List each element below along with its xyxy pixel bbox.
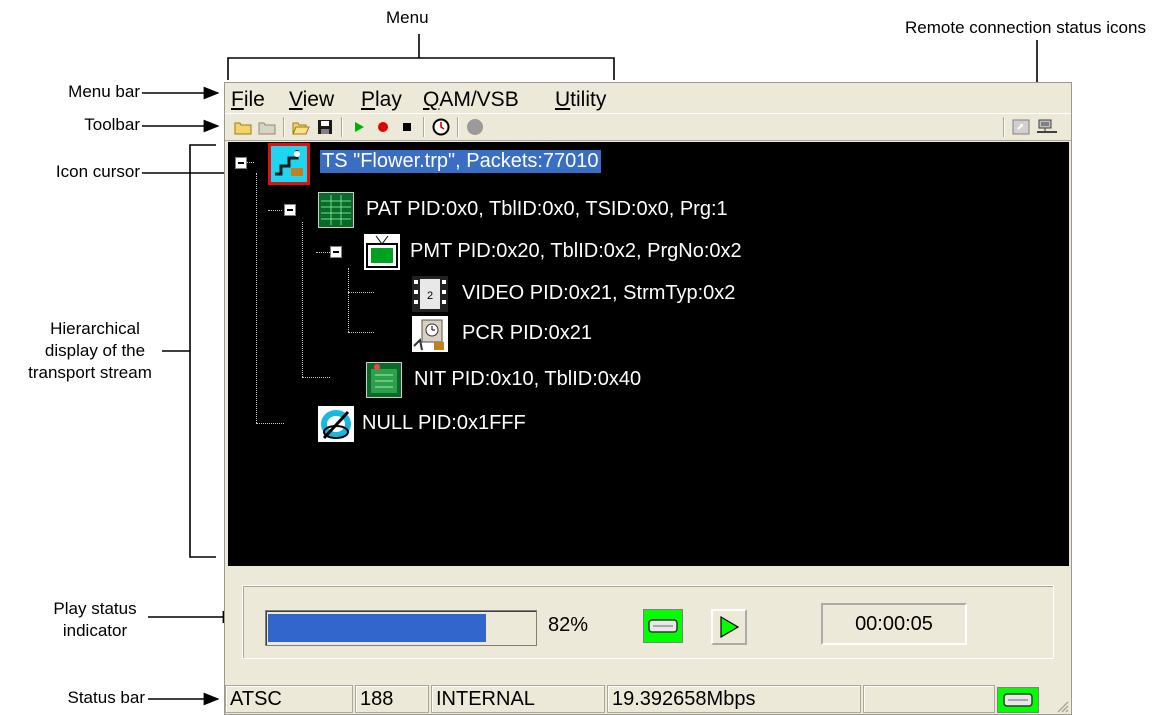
play-status-panel: 82% 00:00:05 bbox=[242, 585, 1054, 659]
status-empty bbox=[863, 685, 995, 713]
toolbar-annotation: Toolbar bbox=[84, 115, 140, 134]
menu-bar-annotation: Menu bar bbox=[68, 82, 140, 101]
network-icon[interactable] bbox=[1037, 117, 1057, 137]
open-icon[interactable] bbox=[291, 117, 311, 137]
status-packet-size: 188 bbox=[355, 685, 429, 713]
hier-line-3: transport stream bbox=[28, 363, 152, 382]
remote-connect-icon[interactable] bbox=[1011, 117, 1031, 137]
play-line-2: indicator bbox=[62, 621, 128, 640]
nit-table-icon[interactable] bbox=[366, 362, 402, 398]
menu-utility[interactable]: Utility bbox=[555, 88, 606, 112]
status-device-indicator bbox=[997, 687, 1039, 713]
tree-connector bbox=[256, 173, 257, 423]
tree-connector bbox=[348, 268, 349, 332]
stop-icon[interactable] bbox=[397, 117, 417, 137]
pmt-expander[interactable] bbox=[330, 246, 342, 258]
tree-connector bbox=[302, 377, 330, 378]
status-source: INTERNAL bbox=[431, 685, 605, 713]
transport-stream-icon[interactable] bbox=[271, 146, 307, 182]
transport-stream-tree[interactable]: TS "Flower.trp", Packets:77010 PAT PID:0… bbox=[228, 142, 1069, 566]
svg-text:2: 2 bbox=[427, 290, 433, 302]
tree-connector bbox=[348, 292, 374, 293]
toolbar-separator bbox=[1003, 117, 1005, 137]
play-percent: 82% bbox=[548, 614, 589, 636]
null-packet-icon[interactable] bbox=[318, 406, 354, 442]
pcr-node-label[interactable]: PCR PID:0x21 bbox=[462, 322, 592, 345]
remote-icons-annotation: Remote connection status icons bbox=[905, 18, 1146, 37]
status-bar: ATSC 188 INTERNAL 19.392658Mbps bbox=[225, 683, 1071, 715]
toolbar-separator bbox=[341, 117, 343, 137]
record-icon[interactable] bbox=[373, 117, 393, 137]
null-node-label[interactable]: NULL PID:0x1FFF bbox=[362, 412, 526, 435]
status-standard: ATSC bbox=[225, 685, 353, 713]
menu-bar: File View Play QAM/VSB Utility bbox=[225, 85, 1071, 113]
pat-expander[interactable] bbox=[284, 204, 296, 216]
tree-connector bbox=[256, 423, 284, 424]
icon-cursor-annotation: Icon cursor bbox=[55, 162, 140, 181]
pat-table-icon[interactable] bbox=[318, 192, 354, 228]
video-node-label[interactable]: VIDEO PID:0x21, StrmTyp:0x2 bbox=[462, 282, 735, 305]
menu-view[interactable]: View bbox=[289, 88, 334, 112]
play-state-button[interactable] bbox=[711, 609, 747, 645]
ts-expander[interactable] bbox=[235, 157, 247, 169]
nit-node-label[interactable]: NIT PID:0x10, TblID:0x40 bbox=[414, 368, 641, 391]
play-status-annotation: Play status indicator bbox=[40, 598, 150, 642]
pmt-tv-icon[interactable] bbox=[364, 234, 400, 270]
play-progress-fill bbox=[268, 614, 487, 642]
pcr-clock-icon[interactable] bbox=[412, 316, 448, 352]
timer-icon[interactable] bbox=[431, 117, 451, 137]
menu-qam-vsb[interactable]: QAM/VSB bbox=[423, 88, 519, 112]
ts-node-label[interactable]: TS "Flower.trp", Packets:77010 bbox=[320, 150, 601, 173]
play-line-1: Play status bbox=[53, 599, 137, 618]
app-window: File View Play QAM/VSB Utility TS "Flowe… bbox=[224, 82, 1072, 715]
menu-play[interactable]: Play bbox=[361, 88, 402, 112]
menu-file[interactable]: File bbox=[231, 88, 265, 112]
hier-line-2: display of the bbox=[44, 341, 146, 360]
play-progress-bar bbox=[265, 610, 537, 646]
status-bar-annotation: Status bar bbox=[67, 688, 146, 707]
save-icon[interactable] bbox=[315, 117, 335, 137]
menu-annotation: Menu bbox=[386, 8, 429, 27]
play-icon[interactable] bbox=[349, 117, 369, 137]
status-rate: 19.392658Mbps bbox=[607, 685, 861, 713]
tree-connector bbox=[302, 222, 303, 377]
video-film-icon[interactable]: 2 bbox=[412, 276, 448, 312]
pmt-node-label[interactable]: PMT PID:0x20, TblID:0x2, PrgNo:0x2 bbox=[410, 240, 742, 263]
folder-icon[interactable] bbox=[257, 117, 277, 137]
toolbar-separator bbox=[283, 117, 285, 137]
resize-grip-icon[interactable] bbox=[1055, 699, 1069, 713]
play-time: 00:00:05 bbox=[821, 603, 967, 645]
pat-node-label[interactable]: PAT PID:0x0, TblID:0x0, TSID:0x0, Prg:1 bbox=[366, 198, 728, 221]
disabled-circle-icon[interactable] bbox=[465, 117, 485, 137]
toolbar-separator bbox=[457, 117, 459, 137]
tree-connector bbox=[348, 332, 374, 333]
hier-line-1: Hierarchical bbox=[50, 319, 140, 338]
source-device-indicator bbox=[643, 609, 683, 643]
tree-connector bbox=[316, 252, 330, 253]
hierarchical-annotation: Hierarchical display of the transport st… bbox=[20, 318, 170, 384]
new-folder-icon[interactable] bbox=[233, 117, 253, 137]
toolbar-separator bbox=[423, 117, 425, 137]
toolbar bbox=[225, 113, 1071, 141]
tree-connector bbox=[268, 210, 282, 211]
